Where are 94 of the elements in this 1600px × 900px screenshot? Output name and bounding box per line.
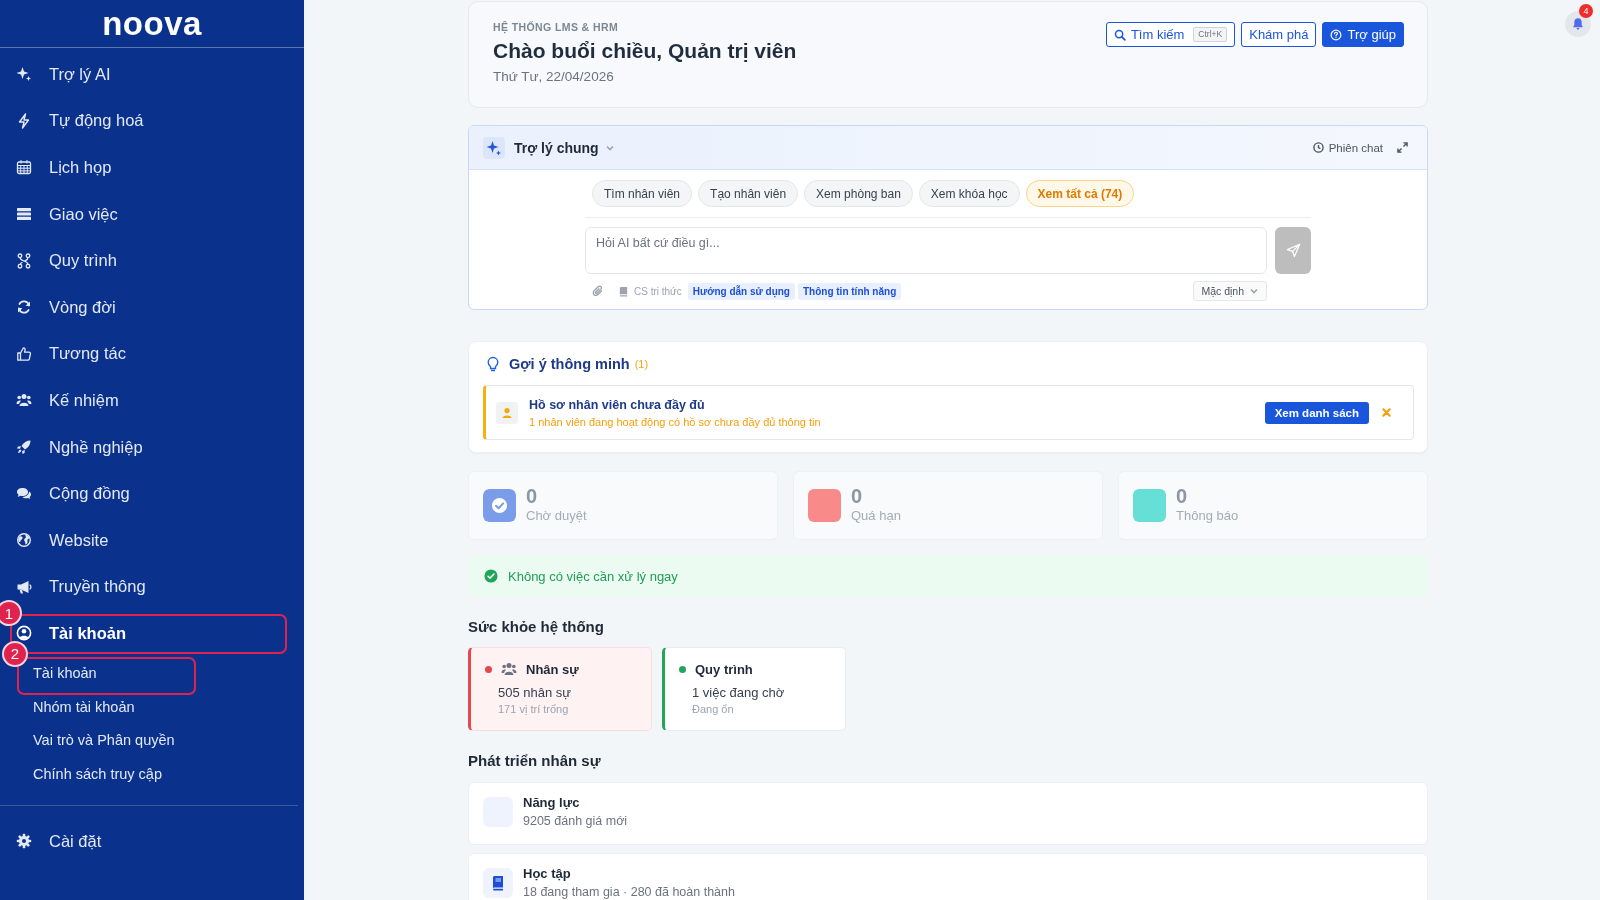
assistant-selector[interactable]: Trợ lý chung [514, 139, 615, 156]
knowledge-tag[interactable]: Thông tin tính năng [797, 282, 902, 300]
nav-subitem[interactable]: Chính sách truy cập [30, 760, 296, 787]
callout-number: 2 [2, 640, 28, 667]
stat-value: 0 [526, 485, 538, 507]
notification-count: 4 [1579, 4, 1593, 18]
lightbulb-icon [485, 356, 501, 372]
list-icon [16, 206, 32, 223]
nav-subitem[interactable]: Nhóm tài khoản [30, 693, 296, 720]
chat-icon [16, 485, 32, 502]
section-title: Gợi ý thông minh [509, 356, 630, 372]
help-icon [1330, 28, 1343, 41]
nav-item[interactable]: Website [0, 524, 304, 557]
users-icon [501, 661, 517, 677]
nav-item[interactable]: Vòng đời [0, 291, 304, 324]
section-heading: Phát triển nhân sự [468, 751, 602, 771]
refresh-icon [16, 299, 32, 316]
user-icon [496, 401, 518, 424]
globe-icon [16, 532, 32, 549]
nav-item[interactable]: Truyền thông [0, 570, 304, 603]
app-logo: noova [102, 7, 202, 40]
stat-value: 0 [851, 485, 863, 507]
bell-icon [1571, 17, 1585, 31]
health-title: Quy trình [695, 661, 753, 677]
book-icon [618, 285, 629, 297]
clock-icon [1312, 142, 1324, 153]
nav-item[interactable]: Quy trình [0, 244, 304, 277]
development-detail: 18 đang tham gia · 280 đã hoàn thành [523, 885, 735, 900]
quick-action[interactable]: Xem khóa học [918, 180, 1020, 207]
date-text: Thứ Tư, 22/04/2026 [493, 68, 614, 86]
send-icon [1285, 243, 1301, 258]
chat-session-button[interactable]: Phiên chat [1312, 141, 1383, 154]
attach-button[interactable] [592, 285, 604, 297]
search-icon [1113, 28, 1126, 41]
close-icon [1382, 408, 1391, 417]
mode-select[interactable]: Mặc định [1193, 281, 1267, 301]
expand-icon [1397, 142, 1408, 153]
stat-label: Quá hạn [851, 507, 901, 524]
nav-item[interactable]: Trợ lý AI [0, 58, 304, 91]
lightning-icon [16, 112, 32, 129]
sparkle-icon [483, 136, 505, 159]
megaphone-icon [16, 578, 32, 595]
health-title: Nhân sự [526, 661, 579, 677]
shortcut-key: Ctrl+K [1193, 27, 1228, 42]
health-detail: 171 vị trí trống [498, 702, 569, 716]
users-icon [16, 392, 32, 409]
suggestion-title: Hồ sơ nhân viên chưa đầy đủ [529, 396, 705, 413]
calendar-icon [16, 159, 32, 176]
gear-icon [16, 833, 32, 849]
nav-item[interactable]: Cộng đồng [0, 477, 304, 510]
quick-action[interactable]: Tìm nhân viên [592, 180, 693, 207]
quick-action[interactable]: Xem phòng ban [804, 180, 913, 207]
greeting-title: Chào buổi chiều, Quản trị viên [493, 38, 797, 64]
quick-action[interactable]: Tạo nhân viên [698, 180, 799, 207]
nav-item[interactable]: Cài đặt [0, 825, 304, 857]
nav-item[interactable]: Kế nhiệm [0, 384, 304, 417]
status-text: Không có việc cần xử lý ngay [508, 568, 678, 584]
nav-item[interactable]: Tự động hoá [0, 104, 304, 137]
expand-button[interactable] [1397, 142, 1408, 153]
nav-subitem[interactable]: Tài khoản [30, 660, 296, 687]
nav-item[interactable]: Giao việc [0, 198, 304, 231]
help-button[interactable]: Trợ giúp [1322, 22, 1404, 47]
chevron-down-icon [1249, 286, 1259, 296]
flow-icon [16, 252, 32, 269]
suggestion-text: 1 nhân viên đang hoạt động có hồ sơ chưa đầy đủ thông tin [529, 414, 821, 429]
health-value: 1 việc đang chờ [692, 684, 785, 702]
paperclip-icon [592, 285, 604, 297]
stat-label: Thông báo [1176, 507, 1239, 524]
nav-item[interactable]: Tương tác [0, 337, 304, 370]
development-detail: 9205 đánh giá mới [523, 814, 628, 829]
rocket-icon [16, 439, 32, 456]
suggestion-count: (1) [634, 358, 649, 370]
stat-value: 0 [1176, 485, 1188, 507]
stat-label: Chờ duyệt [526, 507, 587, 524]
thumbs-up-icon [16, 345, 32, 362]
view-list-button[interactable]: Xem danh sách [1264, 401, 1369, 424]
search-button[interactable]: Tìm kiếm Ctrl+K [1105, 22, 1236, 47]
knowledge-tag[interactable]: Hướng dẫn sử dụng [687, 282, 795, 300]
nav-item[interactable]: Lịch họp [0, 151, 304, 184]
health-detail: Đang ổn [692, 702, 734, 716]
sparkle-icon [16, 66, 32, 83]
nav-item[interactable]: Nghề nghiệp [0, 431, 304, 464]
callout-number: 1 [0, 600, 22, 627]
development-title: Năng lực [523, 794, 580, 812]
explore-button[interactable]: Khám phá [1241, 22, 1317, 47]
check-circle-icon [484, 569, 498, 583]
section-heading: Sức khỏe hệ thống [468, 617, 605, 637]
chat-input[interactable]: Hỏi AI bất cứ điều gì... [585, 227, 1267, 274]
health-value: 505 nhân sự [498, 684, 572, 702]
dismiss-button[interactable] [1382, 408, 1391, 417]
development-title: Học tập [523, 865, 571, 883]
nav-subitem[interactable]: Vai trò và Phân quyền [30, 727, 296, 754]
user-circle-icon [16, 625, 32, 642]
system-label: HỆ THỐNG LMS & HRM [493, 21, 619, 34]
